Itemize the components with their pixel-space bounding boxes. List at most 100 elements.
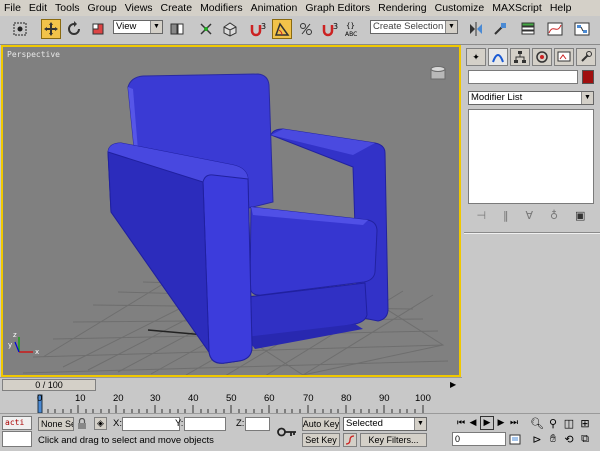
go-to-start-icon[interactable]: ⏮	[455, 416, 467, 430]
object-name-field[interactable]	[468, 70, 578, 84]
make-unique-icon[interactable]: ∀	[526, 209, 534, 222]
tick-label: 90	[379, 393, 390, 404]
key-filters-button[interactable]: Key Filters...	[360, 433, 427, 447]
perspective-viewport[interactable]: Perspective x z y	[1, 45, 461, 377]
named-selection-set-dropdown[interactable]: Create Selection Set ▼	[370, 20, 458, 34]
key-selection-value: Selected	[346, 418, 383, 429]
zoom-icon[interactable]: 🔍︎	[530, 416, 544, 430]
angle-snap-toggle-icon[interactable]	[272, 19, 292, 39]
current-frame-field[interactable]: 0	[452, 432, 506, 446]
previous-frame-icon[interactable]: ◀	[467, 416, 479, 430]
menu-graph-editors[interactable]: Graph Editors	[301, 2, 374, 14]
time-configuration-icon[interactable]	[508, 432, 522, 446]
maxscript-input[interactable]	[2, 431, 32, 447]
lock-selection-icon[interactable]	[76, 417, 88, 431]
default-in-out-tangents-icon[interactable]	[343, 433, 357, 447]
absolute-mode-transform-icon[interactable]: ◈	[94, 417, 107, 430]
pin-stack-icon[interactable]: ⊣	[476, 209, 486, 222]
select-and-move-icon[interactable]	[41, 19, 61, 39]
pivot-center-icon[interactable]	[167, 19, 187, 39]
modifier-list-dropdown[interactable]: Modifier List ▼	[468, 91, 594, 105]
viewport-scene: x z y	[8, 66, 449, 375]
auto-key-button[interactable]: Auto Key	[302, 417, 340, 431]
remove-modifier-icon[interactable]: ♁	[550, 209, 558, 222]
svg-text:z: z	[13, 331, 17, 339]
show-end-result-icon[interactable]: ‖	[503, 209, 509, 222]
go-to-end-icon[interactable]: ⏭	[508, 416, 520, 430]
frame-readout: 0 / 100	[35, 380, 63, 390]
time-slider-bar: 0 / 100 ▶	[0, 377, 462, 392]
selection-count-field: None Sé	[38, 417, 74, 431]
display-tab-icon[interactable]	[554, 48, 574, 66]
time-slider-thumb[interactable]: 0 / 100	[2, 379, 96, 391]
menu-maxscript[interactable]: MAXScript	[488, 2, 546, 14]
menu-animation[interactable]: Animation	[247, 2, 302, 14]
next-frame-icon[interactable]: ▶	[495, 416, 507, 430]
tick-label: 30	[150, 393, 161, 404]
utilities-tab-icon[interactable]	[576, 48, 596, 66]
percent-snap-icon[interactable]	[296, 19, 316, 39]
modifier-stack[interactable]	[468, 109, 594, 204]
menu-modifiers[interactable]: Modifiers	[196, 2, 247, 14]
prompt-line: Click and drag to select and move object…	[38, 435, 214, 446]
menu-create[interactable]: Create	[157, 2, 197, 14]
zoom-all-icon[interactable]: ⚲	[546, 416, 560, 430]
menu-edit[interactable]: Edit	[25, 2, 51, 14]
snaps-toggle-icon[interactable]: 3	[248, 19, 268, 39]
modify-tab-icon[interactable]	[488, 48, 508, 66]
select-and-scale-icon[interactable]	[88, 19, 108, 39]
armchair-model[interactable]	[107, 73, 389, 364]
chevron-down-icon: ▼	[414, 418, 426, 430]
motion-tab-icon[interactable]	[532, 48, 552, 66]
field-of-view-icon[interactable]: ⊳	[530, 432, 544, 446]
spinner-snap-icon[interactable]: 3	[320, 19, 340, 39]
svg-text:x: x	[35, 348, 39, 356]
menu-file[interactable]: File	[0, 2, 25, 14]
x-coordinate-field[interactable]	[122, 417, 180, 431]
set-key-button[interactable]: Set Key	[302, 433, 340, 447]
command-panel-tabs: ✦	[466, 48, 598, 68]
axis-tripod-icon: x z y	[8, 331, 39, 356]
menu-group[interactable]: Group	[84, 2, 121, 14]
edit-named-selection-icon[interactable]: {} ABC	[344, 19, 364, 39]
z-coordinate-field[interactable]	[245, 417, 270, 431]
layer-manager-icon[interactable]	[518, 19, 538, 39]
object-color-swatch[interactable]	[582, 70, 594, 84]
curve-editor-icon[interactable]	[545, 19, 565, 39]
track-bar[interactable]: 0 10 20 30 40 50 60 70 80 90 100	[0, 391, 462, 413]
modifier-list-value: Modifier List	[471, 92, 523, 103]
set-key-mode-icon[interactable]	[276, 422, 298, 442]
create-tab-icon[interactable]: ✦	[466, 48, 486, 66]
zoom-extents-icon[interactable]: ◫	[562, 416, 576, 430]
x-label: X:	[113, 418, 122, 429]
maximize-viewport-icon[interactable]: ⧉	[578, 432, 592, 446]
next-frame-arrow-icon[interactable]: ▶	[450, 380, 456, 389]
tick-label: 80	[341, 393, 352, 404]
arc-rotate-icon[interactable]: ⟲	[562, 432, 576, 446]
schematic-view-icon[interactable]	[572, 19, 592, 39]
select-object-icon[interactable]	[10, 19, 30, 39]
status-area: acti None Sé ◈ X: Y: Z: Click and drag t…	[0, 413, 600, 451]
mirror-icon[interactable]	[466, 19, 486, 39]
viewcube-icon[interactable]	[430, 66, 446, 80]
keyboard-shortcut-toggle-icon[interactable]	[220, 19, 240, 39]
key-selection-dropdown[interactable]: Selected ▼	[343, 417, 427, 431]
align-icon[interactable]	[490, 19, 510, 39]
configure-modifier-sets-icon[interactable]: ▣	[575, 209, 585, 222]
menu-rendering[interactable]: Rendering	[374, 2, 430, 14]
tick-label: 10	[75, 393, 86, 404]
y-coordinate-field[interactable]	[184, 417, 226, 431]
menu-help[interactable]: Help	[546, 2, 576, 14]
maxscript-listener[interactable]: acti	[2, 416, 32, 430]
command-panel: ✦ Modifier List ▼ ⊣ ‖ ∀ ♁ ▣	[464, 45, 600, 377]
play-icon[interactable]: ▶	[480, 416, 494, 430]
menu-tools[interactable]: Tools	[51, 2, 84, 14]
hierarchy-tab-icon[interactable]	[510, 48, 530, 66]
select-and-rotate-icon[interactable]	[64, 19, 84, 39]
menu-customize[interactable]: Customize	[431, 2, 489, 14]
menu-views[interactable]: Views	[121, 2, 157, 14]
reference-coordinate-dropdown[interactable]: View ▼	[113, 20, 163, 34]
pan-view-icon[interactable]: ✋︎	[546, 432, 560, 446]
select-and-manipulate-icon[interactable]	[196, 19, 216, 39]
zoom-extents-all-icon[interactable]: ⊞	[578, 416, 592, 430]
